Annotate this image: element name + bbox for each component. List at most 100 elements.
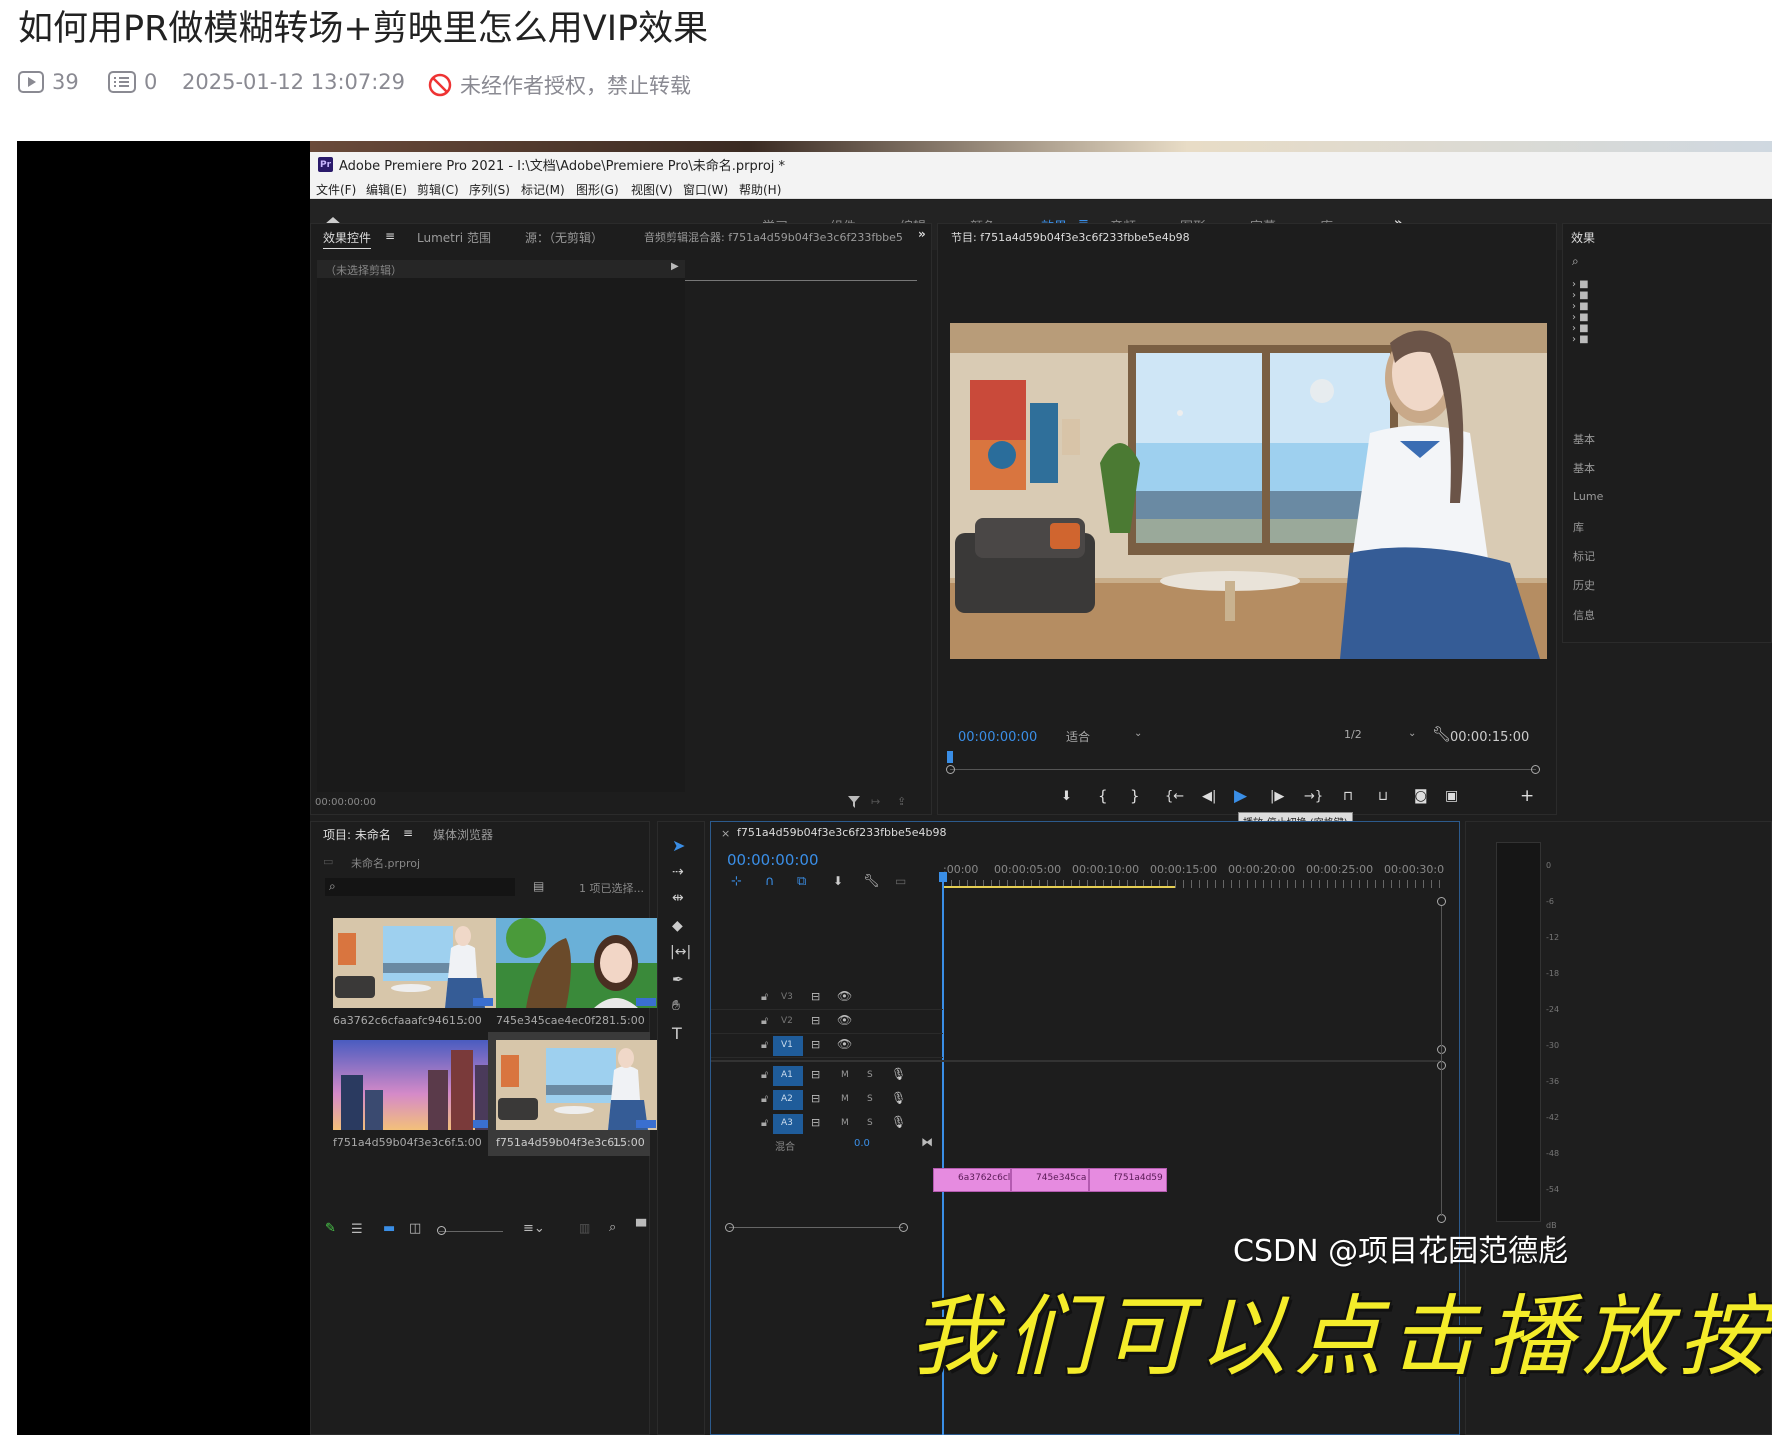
menu-graphics[interactable]: 图形(G) bbox=[576, 181, 619, 198]
timeline-clip[interactable]: 6a3762c6cl bbox=[933, 1168, 1011, 1192]
play-button[interactable]: ▶ bbox=[1234, 786, 1247, 806]
sync-lock-icon[interactable]: ⊟ bbox=[811, 1014, 820, 1027]
export-icon[interactable]: ↦ bbox=[871, 795, 880, 808]
zoom-slider-handle[interactable] bbox=[437, 1226, 446, 1235]
eye-icon[interactable]: 👁︎ bbox=[837, 989, 852, 1003]
linked-selection-icon[interactable]: ⧉ bbox=[797, 874, 806, 889]
zoom-slider[interactable] bbox=[439, 1231, 503, 1232]
lock-icon[interactable]: 🔓︎ bbox=[761, 1014, 768, 1028]
scroll-handle[interactable] bbox=[899, 1223, 908, 1232]
sync-lock-icon[interactable]: ⊟ bbox=[811, 1068, 820, 1081]
nest-toggle-icon[interactable]: ⊹ bbox=[731, 874, 742, 889]
panel-item-lumetri[interactable]: Lume bbox=[1573, 490, 1603, 503]
panel-menu-icon[interactable]: ≡ bbox=[403, 826, 413, 840]
tab-effect-controls[interactable]: 效果控件 bbox=[323, 229, 372, 249]
camera-icon[interactable]: ◙ bbox=[1414, 788, 1428, 804]
solo-button[interactable]: S bbox=[867, 1094, 873, 1104]
panel-item-libraries[interactable]: 库 bbox=[1573, 519, 1584, 535]
folder-list-icon[interactable]: › ■ › ■ › ■ › ■ › ■ › ■ bbox=[1572, 279, 1589, 345]
mark-in-icon[interactable]: { bbox=[1098, 787, 1108, 805]
sync-lock-icon[interactable]: ⊟ bbox=[811, 1092, 820, 1105]
lock-icon[interactable]: 🔓︎ bbox=[761, 990, 768, 1004]
fit-dropdown[interactable]: 适合 ⌄ bbox=[1058, 727, 1146, 745]
sync-lock-icon[interactable]: ⊟ bbox=[811, 1116, 820, 1129]
menu-sequence[interactable]: 序列(S) bbox=[469, 181, 510, 198]
lock-icon[interactable]: 🔓︎ bbox=[761, 1092, 768, 1106]
microphone-icon[interactable]: 🎙︎ bbox=[891, 1091, 906, 1105]
panel-menu-icon[interactable]: ≡ bbox=[385, 229, 395, 243]
resolution-dropdown[interactable]: 1/2 ⌄ bbox=[1338, 727, 1420, 745]
sync-lock-icon[interactable]: ⊟ bbox=[811, 1038, 820, 1051]
compare-view-icon[interactable]: ▣ bbox=[1445, 788, 1458, 804]
menu-help[interactable]: 帮助(H) bbox=[739, 181, 781, 198]
playhead[interactable] bbox=[947, 751, 953, 763]
ripple-edit-tool-icon[interactable]: ⇹ bbox=[672, 890, 684, 906]
automate-icon[interactable]: ▥ bbox=[579, 1221, 590, 1235]
slip-tool-icon[interactable]: |↔| bbox=[670, 944, 691, 960]
freeform-view-icon[interactable]: ◫ bbox=[409, 1221, 421, 1236]
hand-tool-icon[interactable]: ✋︎ bbox=[672, 998, 680, 1014]
track-label[interactable]: A2 bbox=[773, 1090, 803, 1110]
panel-item-history[interactable]: 历史 bbox=[1573, 577, 1595, 593]
lift-icon[interactable]: ⊓ bbox=[1343, 789, 1353, 804]
timeline-timecode[interactable]: 00:00:00:00 bbox=[727, 851, 819, 869]
vertical-scrollbar[interactable] bbox=[1441, 906, 1442, 1216]
lock-icon[interactable]: 🔓︎ bbox=[761, 1038, 768, 1052]
mix-value[interactable]: 0.0 bbox=[854, 1138, 870, 1149]
mute-button[interactable]: M bbox=[841, 1070, 849, 1080]
timeline-settings-icon[interactable]: 🔧︎ bbox=[863, 874, 880, 889]
step-back-icon[interactable]: ◀| bbox=[1202, 789, 1216, 804]
menu-view[interactable]: 视图(V) bbox=[631, 181, 673, 198]
eye-icon[interactable]: 👁︎ bbox=[837, 1037, 852, 1051]
close-icon[interactable]: × bbox=[721, 827, 730, 840]
microphone-icon[interactable]: 🎙︎ bbox=[891, 1115, 906, 1129]
pencil-icon[interactable]: ✎ bbox=[325, 1221, 336, 1236]
timeline-tab[interactable]: f751a4d59b04f3e3c6f233fbbe5e4b98 bbox=[737, 826, 946, 839]
icon-view-icon[interactable]: ▬ bbox=[383, 1221, 395, 1236]
sync-lock-icon[interactable]: ⊟ bbox=[811, 990, 820, 1003]
mute-button[interactable]: M bbox=[841, 1118, 849, 1128]
project-thumb-3[interactable] bbox=[333, 1040, 496, 1130]
step-forward-icon[interactable]: |▶ bbox=[1270, 789, 1284, 804]
expand-arrow-icon[interactable]: ▶ bbox=[671, 261, 679, 272]
mute-button[interactable]: M bbox=[841, 1094, 849, 1104]
panel-item-info[interactable]: 信息 bbox=[1573, 607, 1595, 623]
playhead-handle[interactable] bbox=[939, 872, 947, 882]
menu-edit[interactable]: 编辑(E) bbox=[366, 181, 407, 198]
menu-clip[interactable]: 剪辑(C) bbox=[417, 181, 459, 198]
lock-icon[interactable]: 🔓︎ bbox=[761, 1068, 768, 1082]
horizontal-scrollbar[interactable] bbox=[729, 1227, 903, 1228]
panel-item-essential-sound[interactable]: 基本 bbox=[1573, 460, 1595, 476]
scroll-handle[interactable] bbox=[725, 1223, 734, 1232]
captions-icon[interactable]: ▭ bbox=[895, 874, 906, 888]
panel-item-markers[interactable]: 标记 bbox=[1573, 548, 1595, 564]
extract-icon[interactable]: ⊔ bbox=[1378, 789, 1388, 804]
type-tool-icon[interactable]: T bbox=[672, 1024, 682, 1043]
go-to-out-icon[interactable]: →} bbox=[1304, 789, 1323, 804]
track-select-tool-icon[interactable]: ⇢ bbox=[672, 864, 684, 880]
panel-item-essential-graphics[interactable]: 基本 bbox=[1573, 431, 1595, 447]
project-search-input[interactable]: ⌕ bbox=[325, 878, 515, 896]
project-thumb-2[interactable] bbox=[496, 918, 659, 1008]
go-to-end-icon[interactable]: ⧓ bbox=[921, 1135, 933, 1149]
work-area-bar[interactable] bbox=[943, 886, 1175, 888]
more-tabs-icon[interactable]: » bbox=[918, 227, 926, 241]
add-marker-icon[interactable]: ⬇︎ bbox=[833, 874, 843, 888]
new-bin-icon[interactable]: ▤ bbox=[533, 879, 544, 893]
filter-icon[interactable] bbox=[847, 795, 861, 809]
program-timecode[interactable]: 00:00:00:00 bbox=[958, 730, 1037, 745]
timeline-clip[interactable]: 745e345ca bbox=[1011, 1168, 1089, 1192]
track-label[interactable]: A1 bbox=[773, 1066, 803, 1086]
timeline-clip[interactable]: f751a4d59 bbox=[1089, 1168, 1167, 1192]
tab-project[interactable]: 项目: 未命名 bbox=[323, 826, 391, 843]
list-view-icon[interactable]: ☰ bbox=[351, 1222, 363, 1237]
add-marker-icon[interactable]: ⬇︎ bbox=[1061, 789, 1072, 804]
track-label[interactable]: V1 bbox=[773, 1036, 803, 1056]
sort-icon[interactable]: ≡⌄ bbox=[523, 1221, 545, 1236]
program-scrubber[interactable] bbox=[950, 769, 1536, 770]
tab-source[interactable]: 源：（无剪辑） bbox=[525, 229, 603, 246]
tab-audio-clip-mixer[interactable]: 音频剪辑混合器: f751a4d59b04f3e3c6f233fbbe5 bbox=[644, 229, 903, 245]
solo-button[interactable]: S bbox=[867, 1118, 873, 1128]
wrench-icon[interactable]: 🔧︎ bbox=[1432, 725, 1451, 743]
menu-file[interactable]: 文件(F) bbox=[316, 181, 356, 198]
